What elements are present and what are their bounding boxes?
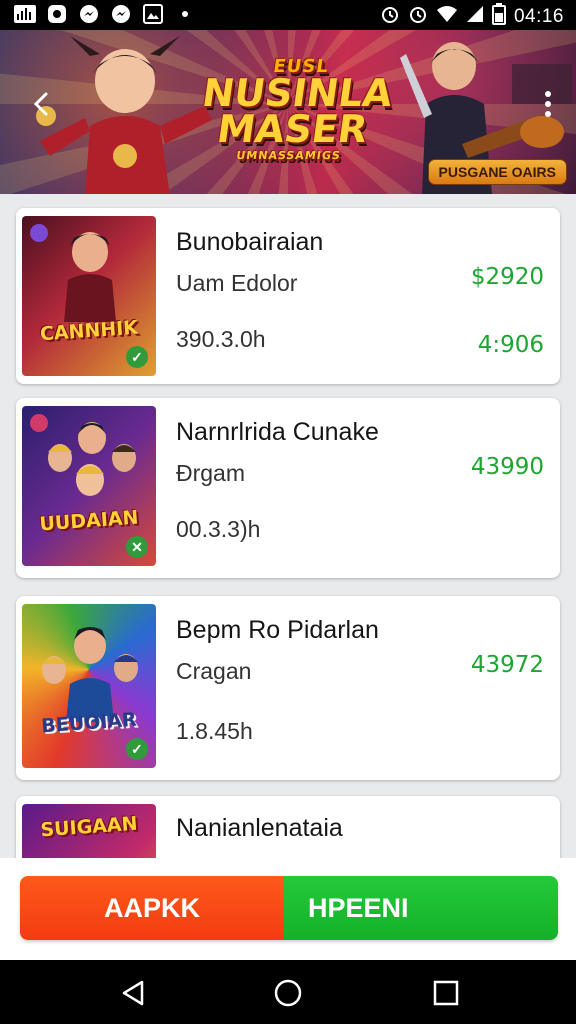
status-left-icons [14, 3, 196, 25]
item-subtitle: Cragan [176, 658, 252, 684]
primary-action-button[interactable]: AAPKK [20, 876, 284, 940]
thumbnail-corner-badge [30, 414, 48, 432]
item-list: CANNHIK ✓ Bunobairaian Uam Edolor 390.3.… [0, 194, 576, 858]
nav-recents-button[interactable] [431, 978, 461, 1008]
check-badge-icon: ✓ [126, 346, 148, 368]
item-subtitle: Uam Edolor [176, 270, 298, 296]
hero-subtitle: UMNASSAMIGS [235, 149, 342, 163]
chevron-left-icon [33, 92, 48, 116]
navigation-bar [0, 960, 576, 1024]
alarm-icon [380, 4, 400, 29]
more-options-button[interactable] [540, 86, 556, 122]
action-area: AAPKK HPEENI [0, 858, 576, 960]
nav-home-button[interactable] [273, 978, 303, 1008]
item-title: Bepm Ro Pidarlan [176, 616, 379, 644]
item-price: $2920 [470, 264, 544, 290]
hero-title: EUSL NUSINLA MASER UMNASSAMIGS [193, 56, 398, 163]
hero-banner: EUSL NUSINLA MASER UMNASSAMIGS PUSGANE O… [0, 30, 576, 194]
dot-icon [174, 3, 196, 25]
alarm-icon [408, 4, 428, 29]
hero-character-left [36, 36, 212, 194]
thumbnail-character [64, 232, 116, 322]
hero-title-line1: NUSINLA [199, 71, 396, 116]
image-icon [142, 3, 164, 25]
item-subtitle: Ðrgam [176, 460, 246, 486]
hero-badge[interactable]: PUSGANE OAIRS [428, 160, 566, 184]
kebab-menu-icon [545, 91, 551, 117]
status-right-icons: 04:16 [380, 3, 564, 30]
record-icon [46, 3, 68, 25]
item-thumbnail: CANNHIK ✓ [22, 216, 156, 376]
thumbnail-characters [48, 422, 136, 496]
wifi-icon [436, 5, 458, 28]
item-meta: 390.3.0h [176, 326, 266, 352]
back-button[interactable] [26, 88, 58, 120]
list-item[interactable]: CANNHIK ✓ Bunobairaian Uam Edolor 390.3.… [16, 208, 560, 384]
action-bar: AAPKK HPEENI [20, 876, 558, 940]
item-price: 43972 [470, 652, 544, 678]
cell-signal-icon [466, 5, 484, 28]
nav-back-button[interactable] [118, 978, 148, 1008]
messenger-icon [110, 3, 132, 25]
item-thumbnail: SUIGAAN [22, 804, 156, 858]
item-price: 43990 [470, 454, 544, 480]
item-thumbnail: UUDAIAN ✕ [22, 406, 156, 566]
item-thumbnail: BEUOIAR ✓ [22, 604, 156, 768]
messenger-icon [78, 3, 100, 25]
list-item[interactable]: SUIGAAN Nanianlenataia [16, 796, 560, 858]
item-title: Bunobairaian [176, 228, 324, 256]
hero-title-line2: MASER [214, 107, 371, 152]
recents-square-icon [433, 980, 459, 1006]
battery-icon [491, 3, 506, 30]
thumbnail-characters [42, 627, 138, 722]
status-time: 04:16 [513, 5, 564, 27]
item-meta: 00.3.3)h [176, 516, 261, 542]
check-badge-icon: ✓ [126, 738, 148, 760]
home-circle-icon [274, 979, 302, 1007]
item-title: Nanianlenataia [176, 814, 343, 842]
check-badge-icon: ✕ [126, 536, 148, 558]
list-item[interactable]: UUDAIAN ✕ Narnrlrida Cunake Ðrgam 00.3.3… [16, 398, 560, 578]
list-item[interactable]: BEUOIAR ✓ Bepm Ro Pidarlan Cragan 1.8.45… [16, 596, 560, 780]
thumbnail-corner-badge [30, 224, 48, 242]
secondary-action-button[interactable]: HPEENI [284, 876, 558, 940]
item-title: Narnrlrida Cunake [176, 418, 379, 446]
signal-bars-icon [14, 3, 36, 25]
status-bar: 04:16 [0, 0, 576, 30]
item-meta: 1.8.45h [176, 718, 253, 744]
back-triangle-icon [122, 980, 144, 1006]
item-value: 4:906 [477, 332, 544, 358]
